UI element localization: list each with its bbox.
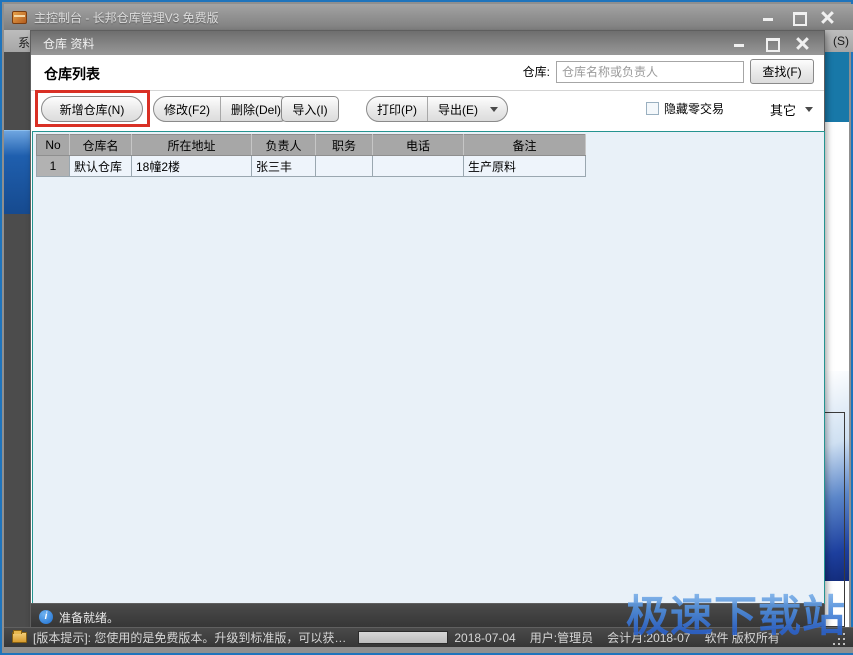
dialog-minimize-icon[interactable] (732, 37, 746, 49)
edit-button[interactable]: 修改(F2) (154, 97, 220, 121)
print-export-group: 打印(P) 导出(E) (366, 96, 508, 122)
col-header-manager[interactable]: 负责人 (252, 135, 316, 156)
hide-zero-checkbox-wrap[interactable]: 隐藏零交易 (646, 100, 724, 117)
cell-name[interactable]: 默认仓库 (70, 156, 132, 177)
main-titlebar: 主控制台 - 长邦仓库管理V3 免费版 (4, 4, 853, 30)
import-button[interactable]: 导入(I) (281, 96, 339, 122)
col-header-address[interactable]: 所在地址 (132, 135, 252, 156)
col-header-phone[interactable]: 电话 (373, 135, 464, 156)
content-banner-edge (821, 52, 849, 122)
search-input[interactable] (556, 61, 744, 83)
warehouse-table: No 仓库名 所在地址 负责人 职务 电话 备注 1 默认仓库 18幢2楼 张三… (36, 134, 586, 177)
export-dropdown[interactable] (488, 97, 507, 121)
chevron-down-icon (490, 107, 498, 112)
minimize-icon[interactable] (761, 11, 775, 23)
maximize-icon[interactable] (791, 11, 805, 23)
find-button[interactable]: 查找(F) (750, 59, 814, 84)
main-window-title: 主控制台 - 长邦仓库管理V3 免费版 (34, 9, 761, 26)
cell-phone[interactable] (373, 156, 464, 177)
close-icon[interactable] (821, 11, 835, 23)
folder-icon[interactable] (12, 632, 27, 643)
dialog-statusbar: 准备就绪。 (31, 603, 824, 630)
col-header-position[interactable]: 职务 (316, 135, 373, 156)
menu-item-system-partial[interactable]: 系 (18, 34, 30, 51)
export-button[interactable]: 导出(E) (427, 97, 488, 121)
status-user: 用户:管理员 (530, 629, 593, 646)
main-statusbar: [版本提示]: 您使用的是免费版本。升级到标准版，可以获… 2018-07-04… (4, 627, 853, 647)
dialog-status-text: 准备就绪。 (59, 609, 119, 626)
content-panel-outline (823, 412, 845, 627)
chevron-down-icon (805, 107, 813, 112)
resize-grip[interactable] (833, 633, 845, 645)
add-warehouse-button[interactable]: 新增仓库(N) (41, 96, 143, 122)
search-label: 仓库: (523, 63, 550, 80)
status-date: 2018-07-04 (454, 631, 515, 645)
main-sidebar-edge (4, 52, 30, 631)
dialog-header: 仓库列表 仓库: 查找(F) (31, 55, 824, 91)
cell-position[interactable] (316, 156, 373, 177)
main-content-edge (821, 52, 849, 631)
cell-manager[interactable]: 张三丰 (252, 156, 316, 177)
dialog-titlebar[interactable]: 仓库 资料 (31, 31, 824, 55)
cell-address[interactable]: 18幢2楼 (132, 156, 252, 177)
col-header-remark[interactable]: 备注 (464, 135, 586, 156)
col-header-no[interactable]: No (37, 135, 70, 156)
dialog-close-icon[interactable] (796, 37, 810, 49)
version-notice: [版本提示]: 您使用的是免费版本。升级到标准版，可以获… (33, 629, 346, 646)
app-icon (12, 11, 27, 24)
other-label: 其它 (770, 100, 796, 119)
status-copyright: 软件 版权所有 (704, 629, 779, 646)
col-header-name[interactable]: 仓库名 (70, 135, 132, 156)
progress-bar (358, 631, 448, 644)
hide-zero-label: 隐藏零交易 (664, 100, 724, 117)
print-button[interactable]: 打印(P) (367, 97, 427, 121)
main-window: 主控制台 - 长邦仓库管理V3 免费版 系 (S) 仓库 资料 仓库列 (0, 0, 853, 655)
cell-remark[interactable]: 生产原料 (464, 156, 586, 177)
menu-item-partial[interactable]: (S) (833, 34, 849, 48)
warehouse-list-panel: No 仓库名 所在地址 负责人 职务 电话 备注 1 默认仓库 18幢2楼 张三… (32, 131, 825, 604)
table-header-row: No 仓库名 所在地址 负责人 职务 电话 备注 (37, 135, 586, 156)
edit-delete-group: 修改(F2) 删除(Del) (153, 96, 292, 122)
status-fiscal-month: 会计月:2018-07 (607, 629, 690, 646)
cell-no[interactable]: 1 (37, 156, 70, 177)
info-icon (39, 610, 53, 624)
toolbar: 新增仓库(N) 修改(F2) 删除(Del) 导入(I) 打印(P) 导出(E)… (31, 91, 824, 131)
dialog-maximize-icon[interactable] (764, 37, 778, 49)
hide-zero-checkbox[interactable] (646, 102, 659, 115)
warehouse-dialog: 仓库 资料 仓库列表 仓库: 查找(F) 新增仓库(N) 修改(F2) 删除(D… (30, 30, 825, 631)
table-row[interactable]: 1 默认仓库 18幢2楼 张三丰 生产原料 (37, 156, 586, 177)
section-title: 仓库列表 (44, 64, 100, 84)
dialog-title: 仓库 资料 (43, 35, 732, 52)
window-bottom-frame (4, 647, 853, 653)
sidebar-selected-item-edge[interactable] (4, 130, 30, 214)
other-dropdown[interactable]: 其它 (766, 97, 817, 122)
